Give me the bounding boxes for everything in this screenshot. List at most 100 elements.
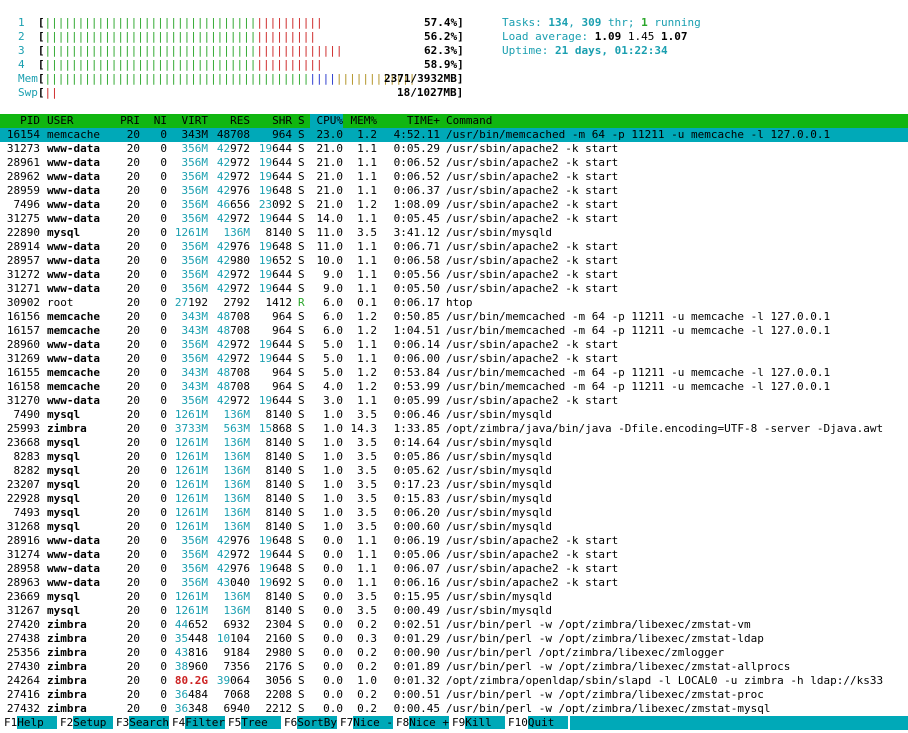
cpu-meter-label: 1 — [18, 16, 25, 29]
process-row[interactable]: 16154 memcache 20 0 343M 48708 964 S 23.0 1.2 4:52… — [0, 128, 908, 142]
process-row[interactable]: 16158 memcache 20 0 343M 48708 964 S 4.0 1.2 0:53.… — [0, 380, 908, 394]
process-time: 0:06.16 — [393, 576, 440, 589]
process-cpu: 0.0 — [323, 688, 343, 701]
process-row[interactable]: 8282 mysql 20 0 1261M 136M 8140 S 1.0 3.5 0:05.62 /… — [0, 464, 908, 478]
process-state: S — [298, 394, 305, 407]
meter-bracket: [ — [37, 72, 45, 85]
process-row[interactable]: 28914 www-data 20 0 356M 42976 19648 S 11.0 1.1 0:… — [0, 240, 908, 254]
process-state: S — [298, 478, 305, 491]
process-row[interactable]: 31267 mysql 20 0 1261M 136M 8140 S 0.0 3.5 0:00.49… — [0, 604, 908, 618]
process-row[interactable]: 31274 www-data 20 0 356M 42972 19644 S 0.0 1.1 0:0… — [0, 548, 908, 562]
process-row[interactable]: 28916 www-data 20 0 356M 42976 19648 S 0.0 1.1 0:0… — [0, 534, 908, 548]
process-state: S — [298, 240, 305, 253]
function-key-f2[interactable]: F2Setup — [60, 716, 113, 730]
process-row[interactable]: 31272 www-data 20 0 356M 42972 19644 S 9.0 1.1 0:0… — [0, 268, 908, 282]
process-command: /usr/sbin/apache2 -k start — [446, 338, 619, 351]
process-row[interactable]: 7496 www-data 20 0 356M 46656 23092 S 21.0 1.2 1:0… — [0, 198, 908, 212]
process-virt: 27192 — [174, 296, 208, 309]
process-cpu: 0.0 — [323, 534, 343, 547]
process-pid: 31273 — [6, 142, 40, 155]
process-row[interactable]: 31275 www-data 20 0 356M 42972 19644 S 14.0 1.1 0:… — [0, 212, 908, 226]
process-row[interactable]: 27430 zimbra 20 0 38960 7356 2176 S 0.0 0.2 0:01.8… — [0, 660, 908, 674]
process-row[interactable]: 30902 root 20 0 27192 2792 1412 R 6.0 0.1 0:06.17 h… — [0, 296, 908, 310]
process-shr: 2980 — [265, 646, 293, 659]
column-header-ni[interactable]: NI — [140, 114, 167, 128]
process-row[interactable]: 24264 zimbra 20 0 80.2G 39064 3056 S 0.0 1.0 0:01.… — [0, 674, 908, 688]
process-res: 48708 — [216, 380, 250, 393]
column-header-state[interactable]: S — [298, 114, 308, 128]
column-header-virt[interactable]: VIRT — [168, 114, 209, 128]
column-header-pri[interactable]: PRI — [110, 114, 140, 128]
column-header-shr[interactable]: SHR — [250, 114, 292, 128]
process-pri: 20 — [126, 506, 140, 519]
process-virt: 356M — [181, 562, 209, 575]
process-row[interactable]: 28963 www-data 20 0 356M 43040 19692 S 0.0 1.1 0:0… — [0, 576, 908, 590]
process-pri: 20 — [126, 478, 140, 491]
process-row[interactable]: 16156 memcache 20 0 343M 48708 964 S 6.0 1.2 0:50.… — [0, 310, 908, 324]
process-row[interactable]: 27432 zimbra 20 0 36348 6940 2212 S 0.0 0.2 0:00.4… — [0, 702, 908, 716]
process-row[interactable]: 28962 www-data 20 0 356M 42972 19644 S 21.0 1.1 0:… — [0, 170, 908, 184]
process-row[interactable]: 31270 www-data 20 0 356M 42972 19644 S 3.0 1.1 0:0… — [0, 394, 908, 408]
process-virt: 343M — [181, 366, 209, 379]
process-res: 42980 — [216, 254, 250, 267]
process-mem: 0.2 — [357, 618, 377, 631]
function-key-f10[interactable]: F10Quit — [508, 716, 568, 730]
column-header[interactable]: PID USER PRI NI VIRT RES SHR S CPU% MEM% TIME+ Comm… — [0, 114, 908, 128]
process-row[interactable]: 22890 mysql 20 0 1261M 136M 8140 S 11.0 3.5 3:41.1… — [0, 226, 908, 240]
process-pri: 20 — [126, 408, 140, 421]
process-row[interactable]: 31268 mysql 20 0 1261M 136M 8140 S 1.0 3.5 0:00.60… — [0, 520, 908, 534]
process-row[interactable]: 28959 www-data 20 0 356M 42976 19648 S 21.0 1.1 0:… — [0, 184, 908, 198]
column-header-time[interactable]: TIME+ — [380, 114, 440, 128]
process-mem: 1.1 — [357, 534, 377, 547]
column-header-user[interactable]: USER — [47, 114, 117, 128]
function-key-f3[interactable]: F3Search — [116, 716, 169, 730]
column-header-command[interactable]: Command — [446, 114, 908, 128]
function-key-f1[interactable]: F1Help — [4, 716, 57, 730]
column-header-mem[interactable]: MEM% — [345, 114, 378, 128]
function-key-f4[interactable]: F4Filter — [172, 716, 225, 730]
process-row[interactable]: 27420 zimbra 20 0 44652 6932 2304 S 0.0 0.2 0:02.5… — [0, 618, 908, 632]
process-row[interactable]: 28957 www-data 20 0 356M 42980 19652 S 10.0 1.1 0:… — [0, 254, 908, 268]
process-row[interactable]: 16155 memcache 20 0 343M 48708 964 S 5.0 1.2 0:53.… — [0, 366, 908, 380]
process-row[interactable]: 25993 zimbra 20 0 3733M 563M 15868 S 1.0 14.3 1:33… — [0, 422, 908, 436]
column-header-res[interactable]: RES — [208, 114, 250, 128]
function-key-f6[interactable]: F6SortBy — [284, 716, 337, 730]
process-row[interactable]: 23668 mysql 20 0 1261M 136M 8140 S 1.0 3.5 0:14.64… — [0, 436, 908, 450]
process-row[interactable]: 31271 www-data 20 0 356M 42972 19644 S 9.0 1.1 0:0… — [0, 282, 908, 296]
process-shr: 19648 — [258, 562, 292, 575]
function-key-f9[interactable]: F9Kill — [452, 716, 505, 730]
process-cpu: 21.0 — [316, 170, 344, 183]
process-state: S — [298, 408, 305, 421]
process-row[interactable]: 23669 mysql 20 0 1261M 136M 8140 S 0.0 3.5 0:15.95… — [0, 590, 908, 604]
function-key-f7[interactable]: F7Nice - — [340, 716, 393, 730]
process-cpu: 10.0 — [316, 254, 344, 267]
process-user: zimbra — [47, 674, 87, 687]
process-row[interactable]: 31273 www-data 20 0 356M 42972 19644 S 21.0 1.1 0:… — [0, 142, 908, 156]
function-key-f8[interactable]: F8Nice + — [396, 716, 449, 730]
process-row[interactable]: 23207 mysql 20 0 1261M 136M 8140 S 1.0 3.5 0:17.23… — [0, 478, 908, 492]
process-row[interactable]: 31269 www-data 20 0 356M 42972 19644 S 5.0 1.1 0:0… — [0, 352, 908, 366]
process-row[interactable]: 16157 memcache 20 0 343M 48708 964 S 6.0 1.2 1:04.… — [0, 324, 908, 338]
process-row[interactable]: 8283 mysql 20 0 1261M 136M 8140 S 1.0 3.5 0:05.86 /… — [0, 450, 908, 464]
process-virt: 36484 — [174, 688, 208, 701]
process-row[interactable]: 28960 www-data 20 0 356M 42972 19644 S 5.0 1.1 0:0… — [0, 338, 908, 352]
process-row[interactable]: 7493 mysql 20 0 1261M 136M 8140 S 1.0 3.5 0:06.20 /… — [0, 506, 908, 520]
function-key-f5[interactable]: F5Tree — [228, 716, 281, 730]
process-row[interactable]: 7490 mysql 20 0 1261M 136M 8140 S 1.0 3.5 0:06.46 /… — [0, 408, 908, 422]
process-time: 0:06.52 — [393, 170, 440, 183]
process-row[interactable]: 22928 mysql 20 0 1261M 136M 8140 S 1.0 3.5 0:15.83… — [0, 492, 908, 506]
process-row[interactable]: 27438 zimbra 20 0 35448 10104 2160 S 0.0 0.3 0:01.… — [0, 632, 908, 646]
cpu-meter-label: 3 — [18, 44, 25, 57]
process-row[interactable]: 28958 www-data 20 0 356M 42976 19648 S 0.0 1.1 0:0… — [0, 562, 908, 576]
meter-bar-user: |||||||||||||||||||||||||||||||| — [44, 44, 257, 57]
process-ni: 0 — [160, 156, 167, 169]
column-header-pid[interactable]: PID — [0, 114, 40, 128]
process-row[interactable]: 27416 zimbra 20 0 36484 7068 2208 S 0.0 0.2 0:00.5… — [0, 688, 908, 702]
process-state: S — [298, 142, 305, 155]
process-user: mysql — [47, 436, 81, 449]
process-virt: 1261M — [174, 492, 208, 505]
process-shr: 19648 — [258, 534, 292, 547]
process-row[interactable]: 25356 zimbra 20 0 43816 9184 2980 S 0.0 0.2 0:00.9… — [0, 646, 908, 660]
process-row[interactable]: 28961 www-data 20 0 356M 42972 19644 S 21.0 1.1 0:… — [0, 156, 908, 170]
column-header-cpu[interactable]: CPU% — [310, 114, 343, 128]
